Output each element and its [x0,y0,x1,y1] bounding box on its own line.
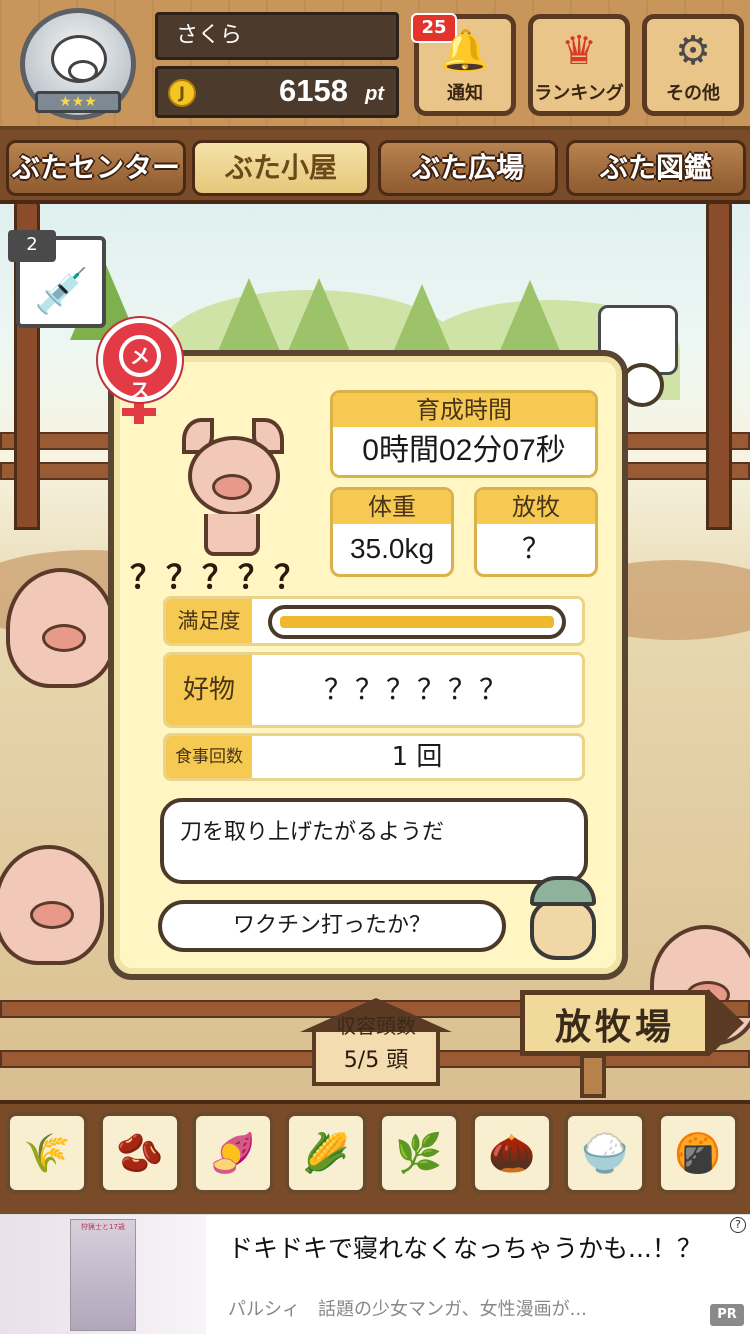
other-label: その他 [666,83,720,104]
ranking-button[interactable]: ♛ ランキング [528,14,630,116]
points-value: 6158 [279,73,348,108]
tab-pig-encyclopedia[interactable]: ぶた図鑑 [566,140,746,196]
feed-slot-mixed-grain[interactable]: 🫘 [99,1112,181,1194]
syringe-item-button[interactable]: 2 💉 [8,230,106,328]
growth-time-value: 0時間02分07秒 [362,434,566,467]
weight-label: 体重 [333,490,451,524]
vaccine-question-button[interactable]: ワクチン打ったか？ [158,900,506,952]
satisfaction-fill [280,616,554,628]
growth-time-card: 育成時間 0時間02分07秒 [330,390,598,478]
pig-portrait [178,418,288,558]
feed-slot-acorn[interactable]: 🌰 [471,1112,553,1194]
pasture-sign-button[interactable]: 放牧場 [520,989,746,1102]
tab-pig-plaza[interactable]: ぶた広場 [378,140,558,196]
ad-banner[interactable]: 狩猟士と17歳 ドキドキで寝れなくなっちゃうかも...！？ パルシィ 話題の少女… [0,1214,750,1334]
gender-label: メス [119,335,161,402]
gear-icon: ⚙ [675,28,711,74]
ad-thumbnail[interactable]: 狩猟士と17歳 [0,1215,206,1334]
weight-value: 35.0kg [349,533,435,564]
feed-slot-soybean[interactable]: 🌿 [378,1112,460,1194]
capacity-label: 収容頭数 [336,1014,416,1038]
favorite-food-row: 好物 ？？？？？？ [163,652,585,728]
points-display: J 6158 pt [155,66,399,118]
female-icon: メス [98,318,182,426]
meal-count-label: 食事回数 [166,736,252,778]
points-unit: pt [365,83,384,105]
favorite-food-value: ？？？？？？ [323,673,510,706]
grazing-value: ？ [521,533,550,564]
pig-message-text: 刀を取り上げたがるようだ [180,820,445,845]
coin-icon: J [168,79,196,107]
background-pig[interactable] [0,845,104,965]
feed-slot-sweet-potato[interactable]: 🍠 [192,1112,274,1194]
feed-slot-grain-plate[interactable]: 🍚 [564,1112,646,1194]
ad-info-icon[interactable]: ? [730,1217,746,1233]
bell-icon: 🔔 [440,28,490,74]
other-button[interactable]: ⚙ その他 [642,14,744,116]
main-tabs: ぶたセンター ぶた小屋 ぶた広場 ぶた図鑑 [0,130,750,204]
crown-icon: ♛ [561,28,597,74]
pasture-label: 放牧場 [554,1007,675,1048]
syringe-icon: 💉 [34,266,89,317]
grazing-label: 放牧 [477,490,595,524]
tree [285,278,353,358]
feed-bar: 🌾 🫘 🍠 🌽 🌿 🌰 🍚 🍘 [0,1100,750,1214]
item-count: 2 [8,230,56,262]
feed-slot-truffle-plate[interactable]: 🍘 [657,1112,739,1194]
soybean-icon: 🌿 [395,1131,443,1175]
growth-time-label: 育成時間 [333,393,595,427]
capacity-value: 5/5 頭 [343,1048,409,1073]
weight-card: 体重 35.0kg [330,487,454,577]
feed-slot-grain[interactable]: 🌾 [6,1112,88,1194]
meal-count-value: 1 回 [391,742,443,772]
vaccine-question-text: ワクチン打ったか？ [232,913,431,938]
notification-button[interactable]: 25 🔔 通知 [411,13,516,116]
notification-label: 通知 [447,83,483,104]
tab-pig-center[interactable]: ぶたセンター [6,140,186,196]
acorn-icon: 🌰 [488,1131,536,1175]
meal-count-row: 食事回数 1 回 [163,733,585,781]
player-name: さくら [155,12,399,60]
fence-post [706,200,732,530]
satisfaction-label: 満足度 [166,599,252,643]
favorite-food-label: 好物 [166,655,252,725]
tree [215,278,283,358]
feed-slot-corn[interactable]: 🌽 [285,1112,367,1194]
ad-thumb-text: 狩猟士と17歳 [81,1223,125,1231]
grain-plate-icon: 🍚 [581,1131,629,1175]
grain-pile-icon: 🌾 [23,1131,71,1175]
mixed-grain-icon: 🫘 [116,1131,164,1175]
satisfaction-gauge [268,605,566,639]
pig-face-icon [51,35,107,83]
truffle-plate-icon: 🍘 [674,1131,722,1175]
pig-message-bubble: 刀を取り上げたがるようだ [160,798,588,884]
capacity-sign: 収容頭数 5/5 頭 [300,998,452,1088]
header-bar: ★★★ さくら J 6158 pt 25 🔔 通知 ♛ ランキング ⚙ その他 [0,0,750,130]
player-avatar[interactable]: ★★★ [20,8,136,120]
sweet-potato-icon: 🍠 [209,1131,257,1175]
ad-title[interactable]: ドキドキで寝れなくなっちゃうかも...！？ [228,1229,728,1265]
rank-stars: ★★★ [35,91,121,113]
pig-name: ？？？？？ [130,558,311,596]
farmer-icon [522,876,606,964]
ranking-label: ランキング [534,83,624,104]
ad-subtitle: パルシィ 話題の少女マンガ、女性漫画が... [228,1299,587,1320]
ad-pr-label: PR [710,1304,744,1326]
tab-pig-hut[interactable]: ぶた小屋 [192,140,370,196]
corn-icon: 🌽 [302,1131,350,1175]
grazing-card: 放牧 ？ [474,487,598,577]
background-pig[interactable] [6,568,116,688]
tree [496,280,564,360]
